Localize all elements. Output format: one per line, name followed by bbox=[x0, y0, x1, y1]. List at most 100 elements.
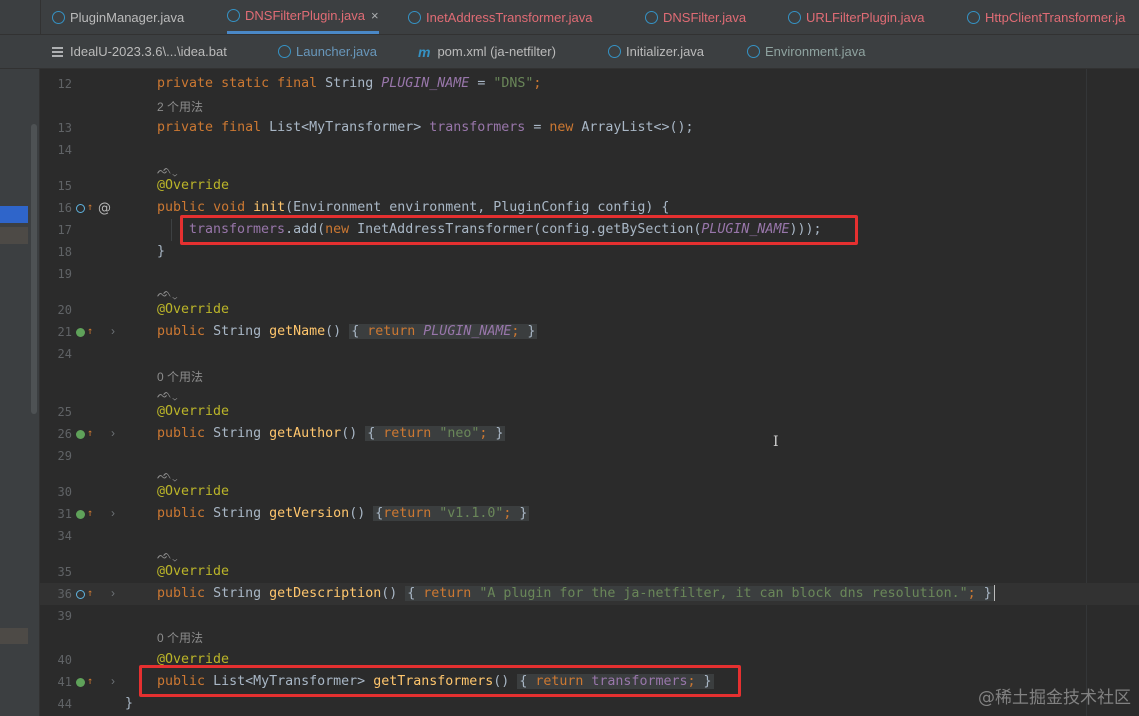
line-number: 29 bbox=[57, 449, 72, 463]
line-number: 24 bbox=[57, 347, 72, 361]
implements-marker-icon[interactable] bbox=[76, 429, 85, 439]
fold-chevron-icon[interactable]: › bbox=[111, 324, 115, 338]
tab-httpclienttransformer[interactable]: HttpClientTransformer.ja bbox=[967, 0, 1125, 34]
java-class-icon bbox=[608, 45, 621, 58]
usages-hint[interactable]: 0 个用法 bbox=[157, 630, 203, 646]
code-line: 35 @Override bbox=[40, 561, 1139, 583]
tab-pom-xml[interactable]: m pom.xml (ja-netfilter) bbox=[418, 35, 556, 68]
ai-assist-icon[interactable]: ᨒ⌄ bbox=[157, 386, 178, 402]
arrow-up-icon: ↑ bbox=[87, 202, 94, 213]
project-scrollbar[interactable] bbox=[31, 124, 37, 414]
code-line: 14 bbox=[40, 139, 1139, 161]
line-number: 14 bbox=[57, 143, 72, 157]
tab-inetaddresstransformer[interactable]: InetAddressTransformer.java bbox=[408, 0, 592, 34]
tab-dnsfilter[interactable]: DNSFilter.java bbox=[645, 0, 746, 34]
tab-dnsfilterplugin[interactable]: DNSFilterPlugin.java × bbox=[227, 0, 379, 34]
code-line: 13 private final List<MyTransformer> tra… bbox=[40, 117, 1139, 139]
code-line: 39 bbox=[40, 605, 1139, 627]
java-class-icon bbox=[52, 10, 65, 24]
arrow-up-icon: ↑ bbox=[87, 508, 94, 519]
implements-marker-icon[interactable] bbox=[76, 509, 85, 519]
code-line: 34 bbox=[40, 525, 1139, 547]
tab-initializer[interactable]: Initializer.java bbox=[608, 35, 704, 68]
tab-pluginmanager[interactable]: PluginManager.java bbox=[52, 0, 184, 34]
line-number: 31 bbox=[57, 507, 72, 521]
line-number: 19 bbox=[57, 267, 72, 281]
line-number: 12 bbox=[57, 77, 72, 91]
close-icon[interactable]: × bbox=[371, 8, 379, 23]
override-marker-icon[interactable] bbox=[76, 589, 85, 599]
mouse-ibeam-cursor: I bbox=[773, 434, 779, 450]
line-number: 41 bbox=[57, 675, 72, 689]
code-line: 31 ↑ › public String getVersion() {retur… bbox=[40, 503, 1139, 525]
line-number: 44 bbox=[57, 697, 72, 711]
code-editor[interactable]: 12 private static final String PLUGIN_NA… bbox=[40, 69, 1139, 716]
code-line: 15 @Override bbox=[40, 175, 1139, 197]
line-number: 26 bbox=[57, 427, 72, 441]
watermark: @稀土掘金技术社区 bbox=[978, 688, 1131, 708]
line-number: 30 bbox=[57, 485, 72, 499]
annotation-marker-icon[interactable]: @ bbox=[98, 201, 111, 216]
project-tool-strip bbox=[0, 69, 40, 716]
code-line: 21 ↑ › public String getName() { return … bbox=[40, 321, 1139, 343]
code-line: 19 bbox=[40, 263, 1139, 285]
gutter-markers[interactable]: ↑ bbox=[76, 587, 93, 601]
line-number: 25 bbox=[57, 405, 72, 419]
highlight-box-gettransformers bbox=[139, 665, 741, 697]
project-item-highlight bbox=[0, 227, 28, 244]
gutter-markers[interactable]: ↑ bbox=[76, 675, 93, 689]
line-number: 21 bbox=[57, 325, 72, 339]
java-class-icon bbox=[278, 45, 291, 58]
tab-environment[interactable]: Environment.java bbox=[747, 35, 865, 68]
arrow-up-icon: ↑ bbox=[87, 326, 94, 337]
code-line-current: 36 ↑ › public String getDescription() { … bbox=[40, 583, 1139, 605]
java-class-icon bbox=[967, 10, 980, 24]
line-number: 39 bbox=[57, 609, 72, 623]
tab-idea-bat[interactable]: IdealU-2023.3.6\...\idea.bat bbox=[52, 35, 227, 68]
project-item-highlight bbox=[0, 628, 28, 644]
gutter-markers[interactable]: ↑ bbox=[76, 507, 93, 521]
editor-tabs-secondary: IdealU-2023.3.6\...\idea.bat Launcher.ja… bbox=[0, 35, 1139, 69]
line-number: 40 bbox=[57, 653, 72, 667]
maven-icon: m bbox=[418, 43, 431, 60]
implements-marker-icon[interactable] bbox=[76, 677, 85, 687]
highlight-box-init-line bbox=[180, 215, 858, 245]
tab-urlfilterplugin[interactable]: URLFilterPlugin.java bbox=[788, 0, 925, 34]
line-number: 35 bbox=[57, 565, 72, 579]
code-line: 25 @Override bbox=[40, 401, 1139, 423]
line-number: 13 bbox=[57, 121, 72, 135]
code-line: 24 bbox=[40, 343, 1139, 365]
editor-tabs-primary: PluginManager.java DNSFilterPlugin.java … bbox=[0, 0, 1139, 35]
line-number: 18 bbox=[57, 245, 72, 259]
line-number: 17 bbox=[57, 223, 72, 237]
java-class-icon bbox=[227, 9, 240, 22]
project-selected-item[interactable] bbox=[0, 206, 28, 223]
line-number: 36 bbox=[57, 587, 72, 601]
fold-chevron-icon[interactable]: › bbox=[111, 586, 115, 600]
fold-chevron-icon[interactable]: › bbox=[111, 426, 115, 440]
code-line: 20 @Override bbox=[40, 299, 1139, 321]
batch-file-icon bbox=[52, 46, 63, 57]
usages-hint[interactable]: 2 个用法 bbox=[157, 99, 203, 115]
fold-chevron-icon[interactable]: › bbox=[111, 674, 115, 688]
code-line: 29 bbox=[40, 445, 1139, 467]
usages-hint[interactable]: 0 个用法 bbox=[157, 369, 203, 385]
java-class-icon bbox=[408, 10, 421, 24]
gutter-markers[interactable]: ↑ @ bbox=[76, 201, 111, 216]
line-number: 34 bbox=[57, 529, 72, 543]
arrow-up-icon: ↑ bbox=[87, 676, 94, 687]
line-number: 20 bbox=[57, 303, 72, 317]
tab-launcher[interactable]: Launcher.java bbox=[278, 35, 377, 68]
code-line: 30 @Override bbox=[40, 481, 1139, 503]
fold-chevron-icon[interactable]: › bbox=[111, 506, 115, 520]
override-marker-icon[interactable] bbox=[76, 203, 85, 213]
arrow-up-icon: ↑ bbox=[87, 428, 94, 439]
text-cursor bbox=[993, 585, 995, 601]
gutter-markers[interactable]: ↑ bbox=[76, 325, 93, 339]
line-number: 16 bbox=[57, 201, 72, 215]
gutter-markers[interactable]: ↑ bbox=[76, 427, 93, 441]
java-class-icon bbox=[788, 10, 801, 24]
implements-marker-icon[interactable] bbox=[76, 327, 85, 337]
arrow-up-icon: ↑ bbox=[87, 588, 94, 599]
code-line: 26 ↑ › public String getAuthor() { retur… bbox=[40, 423, 1139, 445]
